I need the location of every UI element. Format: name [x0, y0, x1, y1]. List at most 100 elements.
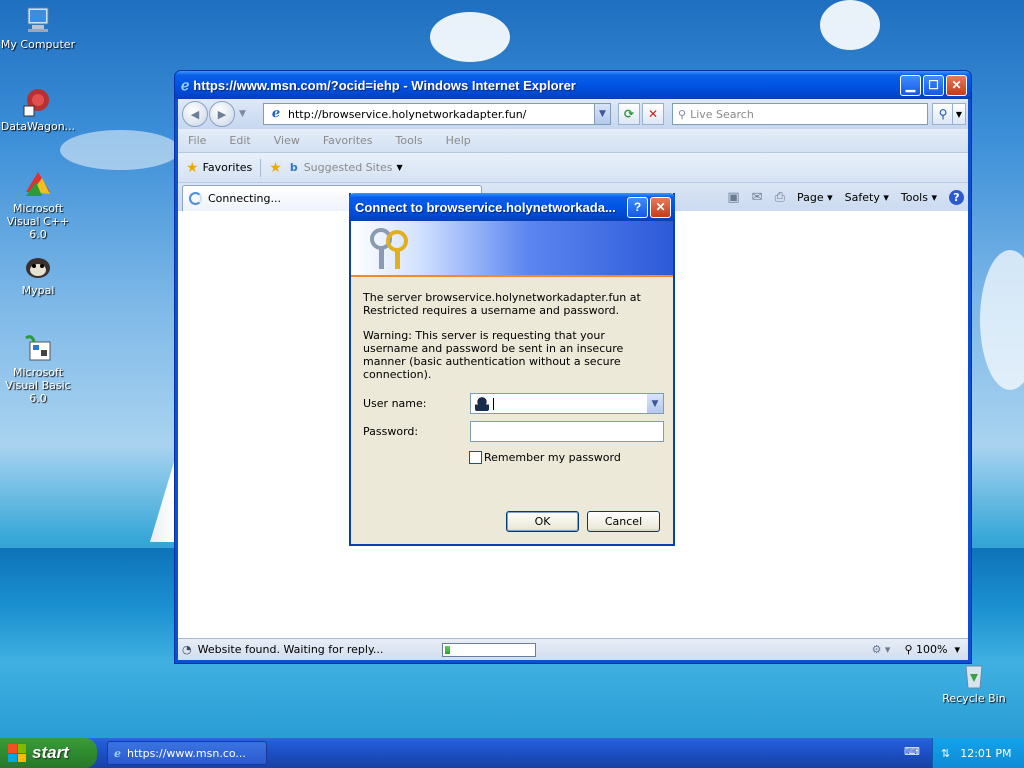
ok-button[interactable]: OK [506, 511, 579, 532]
menu-bar: File Edit View Favorites Tools Help [178, 129, 968, 153]
bing-icon: b [289, 161, 298, 174]
tools-menu-button[interactable]: Tools ▾ [901, 191, 937, 204]
remember-password-label[interactable]: Remember my password [484, 451, 621, 464]
safety-menu-label: Safety [844, 190, 880, 204]
desktop-icon-label: Mypal [21, 284, 55, 297]
tab-title: Connecting... [208, 192, 281, 205]
status-bar: ◔ Website found. Waiting for reply... ⚙ … [178, 638, 968, 660]
desktop-icon-my-computer[interactable]: My Computer [0, 4, 78, 51]
sailboat [150, 462, 174, 542]
remember-password-checkbox[interactable]: Remember my password [469, 451, 621, 464]
read-mail-icon[interactable]: ✉ [752, 190, 763, 205]
clock[interactable]: 12:01 PM [960, 747, 1011, 760]
taskbar-item-label: https://www.msn.co... [127, 746, 246, 760]
dialog-title: Connect to browservice.holynetworkada... [355, 199, 616, 215]
navigation-bar: ◀ ▶ ▼ ℯ http://browservice.holynetworkad… [178, 99, 968, 129]
progress-bar [441, 642, 536, 657]
dialog-close-button[interactable]: ✕ [650, 196, 671, 218]
username-row: User name: ▼ [363, 393, 664, 414]
menu-favorites[interactable]: Favorites [323, 134, 373, 147]
windows-logo-icon [8, 744, 26, 762]
password-row: Password: [363, 421, 664, 442]
safety-menu-button[interactable]: Safety ▾ [845, 191, 889, 204]
progress-fill [444, 645, 450, 654]
password-field[interactable] [470, 421, 664, 442]
back-button[interactable]: ◀ [182, 101, 208, 127]
username-label: User name: [363, 397, 427, 410]
ie-logo-icon: ℯ [181, 76, 190, 93]
search-box[interactable]: ⚲ Live Search [672, 103, 928, 125]
search-options-button[interactable]: ▼ [952, 103, 966, 125]
start-button[interactable]: start [0, 738, 97, 768]
search-input[interactable]: Live Search [690, 108, 754, 121]
desktop-icon-visual-cpp[interactable]: Microsoft Visual C++ 6.0 [0, 168, 78, 241]
user-icon [475, 396, 489, 411]
tools-menu-label: Tools [900, 190, 928, 204]
username-value[interactable] [493, 397, 494, 410]
visual-cpp-icon [26, 172, 50, 196]
page-menu-button[interactable]: Page ▾ [797, 191, 833, 204]
minimize-button[interactable]: ▁ [900, 74, 921, 96]
address-input[interactable]: http://browservice.holynetworkadapter.fu… [288, 108, 594, 121]
cancel-button[interactable]: Cancel [587, 511, 660, 532]
start-label: start [32, 743, 69, 762]
zoom-level: 100% [916, 643, 948, 656]
desktop-icon-label: Microsoft Visual C++ 6.0 [6, 202, 70, 241]
desktop-icon-recycle-bin[interactable]: Recycle Bin [934, 658, 1014, 705]
rss-feed-icon[interactable]: ▣ [727, 190, 739, 205]
desktop-icon-label: Recycle Bin [942, 692, 1006, 705]
dialog-message: The server browservice.holynetworkadapte… [363, 291, 641, 317]
help-icon[interactable]: ? [949, 189, 964, 205]
print-icon[interactable]: ⎙ [775, 190, 785, 205]
ie-window-title: https://www.msn.com/?ocid=iehp - Windows… [193, 77, 576, 93]
status-globe-icon: ◔ [182, 643, 192, 656]
search-icon: ⚲ [678, 107, 687, 121]
chevron-down-icon[interactable]: ▼ [397, 163, 403, 172]
auth-dialog: Connect to browservice.holynetworkada...… [349, 193, 675, 546]
cloud [980, 250, 1024, 390]
stop-button[interactable]: ✕ [642, 103, 664, 125]
taskbar-item-ie[interactable]: ℯ https://www.msn.co... [107, 741, 267, 765]
suggested-sites-button[interactable]: Suggested Sites [304, 161, 393, 174]
computer-icon [27, 7, 49, 32]
system-tray: ⇅ 12:01 PM [932, 738, 1024, 768]
password-label: Password: [363, 425, 419, 438]
favorites-bar: ★ Favorites ★ b Suggested Sites ▼ [178, 153, 968, 183]
add-favorite-icon[interactable]: ★ [269, 160, 282, 176]
favorites-button[interactable]: Favorites [203, 161, 253, 174]
visual-basic-icon [25, 335, 51, 361]
username-dropdown-button[interactable]: ▼ [647, 394, 663, 413]
close-button[interactable]: ✕ [946, 74, 967, 96]
dialog-help-button[interactable]: ? [627, 196, 648, 218]
maximize-button[interactable]: ☐ [923, 74, 944, 96]
dialog-banner [351, 221, 673, 277]
menu-file[interactable]: File [188, 134, 206, 147]
keyboard-icon[interactable]: ⌨ [904, 745, 920, 758]
forward-button[interactable]: ▶ [209, 101, 235, 127]
refresh-button[interactable]: ⟳ [618, 103, 640, 125]
desktop-icon-datawagon[interactable]: DataWagon... [0, 86, 78, 133]
desktop-icon-label: DataWagon... [0, 120, 76, 133]
menu-view[interactable]: View [274, 134, 300, 147]
menu-tools[interactable]: Tools [396, 134, 423, 147]
checkbox-box[interactable] [469, 451, 482, 464]
search-button[interactable]: ⚲ [932, 103, 954, 125]
address-bar[interactable]: ℯ http://browservice.holynetworkadapter.… [263, 103, 611, 125]
dialog-title-bar[interactable]: Connect to browservice.holynetworkada...… [349, 193, 675, 221]
ie-page-icon: ℯ [271, 106, 281, 121]
zoom-control[interactable]: ⚲ 100% ▾ [904, 643, 960, 656]
address-dropdown-button[interactable]: ▼ [594, 104, 610, 124]
desktop-icon-mypal[interactable]: Mypal [0, 250, 78, 297]
menu-help[interactable]: Help [446, 134, 471, 147]
menu-edit[interactable]: Edit [229, 134, 250, 147]
loading-spinner-icon [189, 192, 202, 205]
desktop-icon-visual-basic[interactable]: Microsoft Visual Basic 6.0 [0, 332, 78, 405]
recent-pages-dropdown[interactable]: ▼ [239, 109, 246, 119]
cloud [820, 0, 880, 50]
protected-mode-icon[interactable]: ⚙ ▾ [872, 643, 891, 656]
ie-title-bar[interactable]: ℯ https://www.msn.com/?ocid=iehp - Windo… [175, 71, 971, 99]
favorites-star-icon: ★ [186, 159, 199, 176]
separator [260, 158, 262, 177]
network-icon[interactable]: ⇅ [941, 747, 950, 760]
username-field[interactable]: ▼ [470, 393, 664, 414]
